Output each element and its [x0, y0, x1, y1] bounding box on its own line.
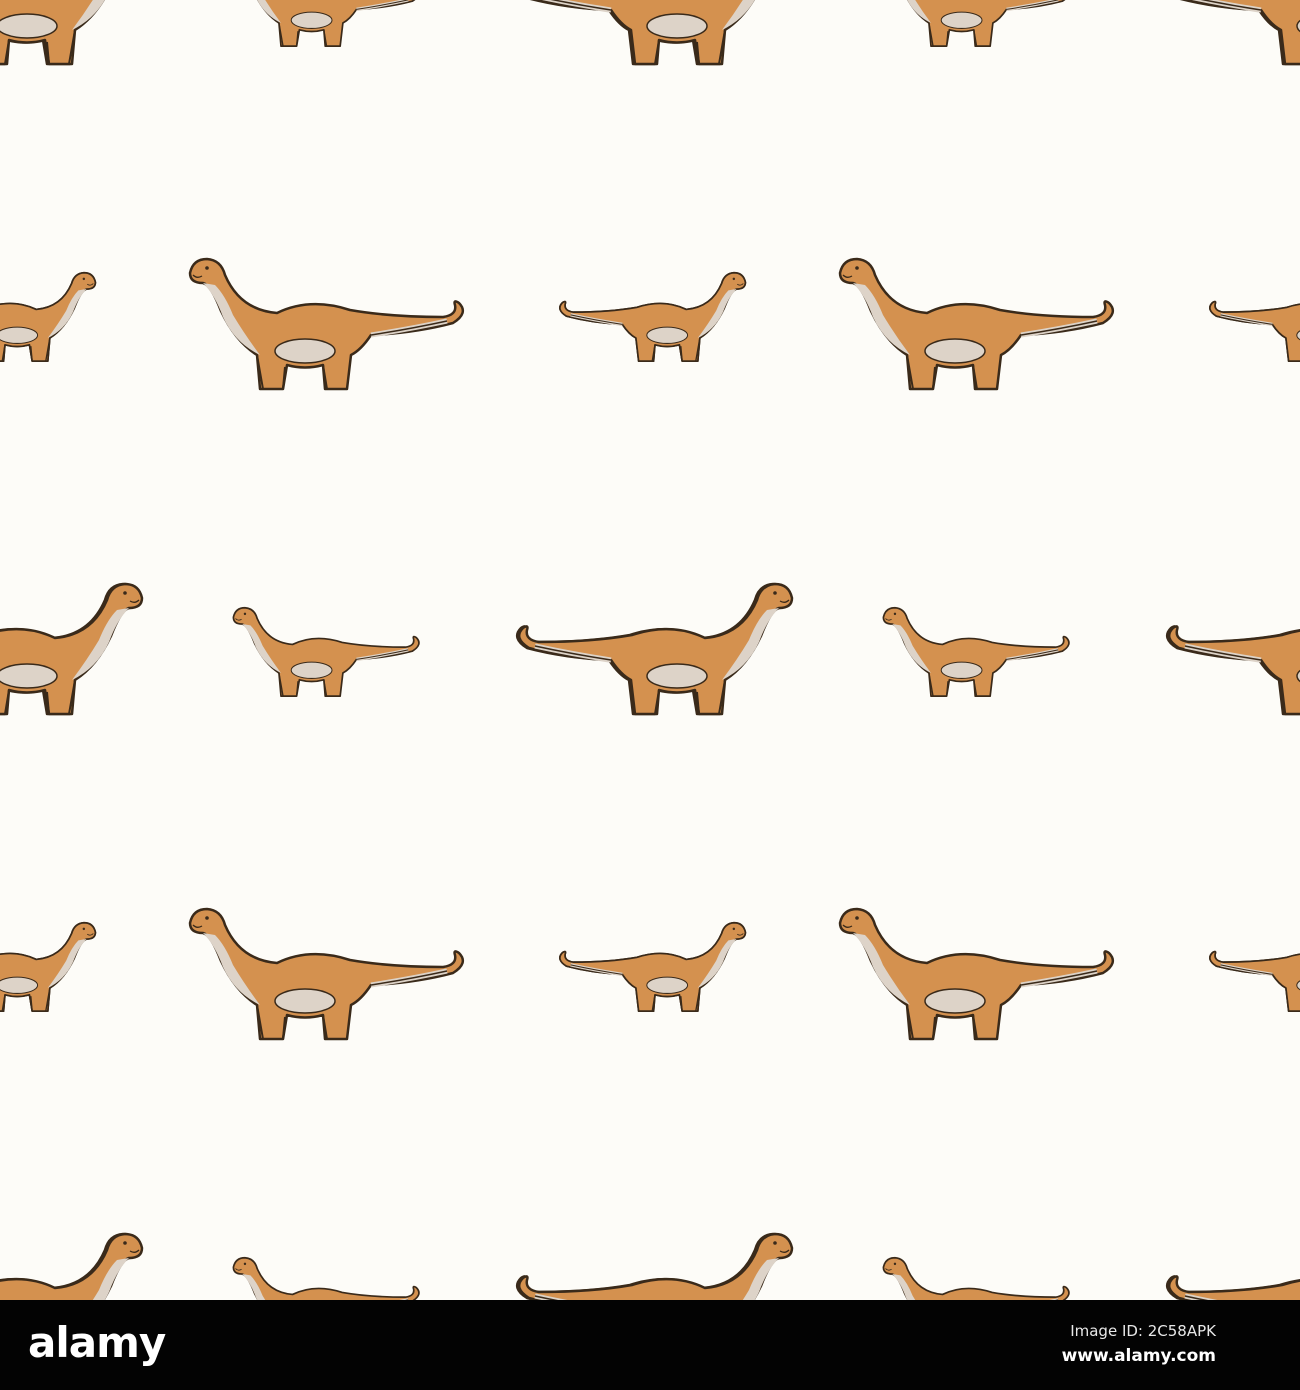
- dinosaur-illustration: [881, 606, 1071, 698]
- dinosaur-illustration: [558, 921, 748, 1013]
- dinosaur-illustration: [519, 1234, 792, 1300]
- image-id-label: Image ID: 2C58APK: [1070, 1322, 1216, 1340]
- dinosaur-illustration: [0, 0, 142, 64]
- dinosaur-pattern: [0, 0, 1300, 1300]
- site-url: www.alamy.com: [1061, 1346, 1216, 1366]
- dinosaur-illustration: [0, 1234, 142, 1300]
- dinosaur-illustration: [231, 1256, 421, 1300]
- dinosaur-illustration: [1169, 0, 1300, 64]
- dinosaur-illustration: [190, 259, 463, 389]
- dinosaur-illustration: [881, 0, 1071, 48]
- dinosaur-illustration: [519, 584, 792, 714]
- dinosaur-illustration: [0, 921, 98, 1013]
- watermark-bar: alamy Image ID: 2C58APK www.alamy.com: [0, 1300, 1300, 1390]
- dinosaur-illustration: [558, 271, 748, 363]
- dinosaur-illustration: [881, 1256, 1071, 1300]
- dinosaur-illustration: [0, 271, 98, 363]
- dinosaur-illustration: [231, 0, 421, 48]
- dinosaur-illustration: [1169, 1234, 1300, 1300]
- dinosaur-illustration: [519, 0, 792, 64]
- dinosaur-illustration: [0, 584, 142, 714]
- dinosaur-illustration: [1208, 271, 1300, 363]
- dinosaur-illustration: [190, 909, 463, 1039]
- dinosaur-illustration: [840, 259, 1113, 389]
- dinosaur-illustration: [840, 909, 1113, 1039]
- alamy-logo: alamy: [28, 1318, 166, 1367]
- dinosaur-illustration: [1208, 921, 1300, 1013]
- dinosaur-illustration: [231, 606, 421, 698]
